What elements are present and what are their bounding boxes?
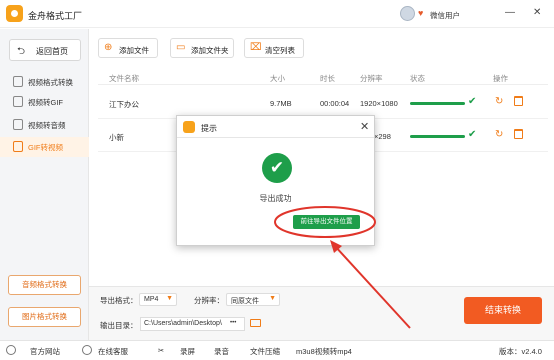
minimize-button[interactable]: — — [505, 7, 515, 19]
audio-file-icon — [13, 119, 23, 130]
image-format-convert-card[interactable]: 图片格式转换 — [8, 307, 81, 327]
support-icon — [82, 345, 92, 355]
user-avatar[interactable] — [400, 6, 415, 21]
header-duration: 时长 — [320, 74, 335, 83]
add-file-label: 添加文件 — [119, 46, 149, 55]
add-file-button[interactable]: ⊕ 添加文件 — [98, 38, 158, 58]
close-button[interactable]: ✕ — [533, 7, 541, 19]
resolution-label: 分辨率： — [194, 296, 224, 305]
end-convert-button[interactable]: 结束转换 — [464, 297, 542, 324]
home-button-label: 返回首页 — [36, 47, 68, 56]
file-compress-link[interactable]: 文件压缩 — [250, 346, 280, 357]
folder-icon: ▭ — [176, 42, 186, 53]
done-check-icon: ✔ — [468, 96, 477, 107]
open-folder-icon[interactable] — [250, 319, 261, 327]
goto-export-location-button[interactable]: 前往导出文件位置 — [293, 215, 360, 229]
record-screen-link[interactable]: 录屏 — [180, 346, 195, 357]
header-size: 大小 — [270, 74, 285, 83]
m3u8-convert-link[interactable]: m3u8视频转mp4 — [296, 346, 352, 357]
header-status: 状态 — [410, 74, 425, 83]
clear-list-button[interactable]: ⌧ 清空列表 — [244, 38, 304, 58]
official-website-link[interactable]: 官方网站 — [30, 346, 60, 357]
dialog-header: 提示 ✕ — [177, 116, 374, 138]
online-support-link[interactable]: 在线客服 — [98, 346, 128, 357]
file-name: 江下办公 — [109, 100, 139, 109]
record-audio-link[interactable]: 录音 — [214, 346, 229, 357]
output-path-value: C:\Users\admin\Desktop\ — [144, 320, 222, 327]
done-check-icon: ✔ — [468, 129, 477, 140]
title-bar: 金舟格式工厂 ♥ 微信用户 — ✕ — [0, 0, 554, 28]
export-format-select[interactable]: MP4 ▼ — [139, 293, 177, 306]
add-folder-button[interactable]: ▭ 添加文件夹 — [170, 38, 234, 58]
video-file-icon — [13, 76, 23, 87]
export-format-label: 导出格式： — [100, 296, 138, 305]
file-name: 小新 — [109, 133, 124, 142]
dialog-message: 导出成功 — [259, 194, 292, 203]
browse-more-button[interactable]: ••• — [230, 320, 236, 326]
success-check-icon: ✔ — [262, 153, 292, 183]
clear-list-label: 清空列表 — [265, 46, 295, 55]
file-resolution: 1920×1080 — [360, 99, 398, 108]
header-resolution: 分辨率 — [360, 74, 383, 83]
home-icon — [6, 345, 16, 355]
sidebar: ⮌ 返回首页 视频格式转换 视频转GIF 视频转音频 GIF转视频 音频格式转换… — [0, 29, 89, 340]
app-logo-icon — [6, 5, 23, 22]
header-filename: 文件名称 — [109, 74, 139, 83]
file-size: 9.7MB — [270, 99, 292, 108]
refresh-icon[interactable]: ↻ — [495, 129, 503, 140]
vip-heart-icon: ♥ — [418, 8, 424, 18]
sidebar-item-video-to-audio[interactable]: 视频转音频 — [0, 115, 89, 135]
app-logo-icon — [183, 121, 195, 133]
progress-bar — [410, 102, 465, 105]
file-table-header: 文件名称 大小 时长 分辨率 状态 操作 — [98, 69, 548, 85]
resolution-select[interactable]: 同原文件 ▼ — [226, 293, 280, 306]
back-arrow-icon: ⮌ — [17, 46, 26, 57]
resolution-value: 同原文件 — [231, 298, 259, 305]
output-dir-label: 输出目录： — [100, 321, 138, 330]
version-text: 版本：v2.4.0 — [499, 347, 542, 356]
scissors-icon: ✂ — [158, 346, 165, 355]
refresh-icon[interactable]: ↻ — [495, 96, 503, 107]
user-name[interactable]: 微信用户 — [430, 10, 460, 21]
sidebar-item-gif-to-video[interactable]: GIF转视频 — [0, 137, 89, 157]
sidebar-item-label: 视频转GIF — [28, 98, 63, 107]
gif-file-icon — [13, 96, 23, 107]
dialog-title: 提示 — [201, 124, 217, 133]
sidebar-item-label: GIF转视频 — [28, 143, 63, 152]
sidebar-item-video-to-gif[interactable]: 视频转GIF — [0, 92, 89, 112]
export-format-value: MP4 — [144, 296, 159, 303]
sidebar-item-video-format[interactable]: 视频格式转换 — [0, 72, 89, 92]
dialog-close-icon[interactable]: ✕ — [360, 120, 369, 133]
audio-format-convert-card[interactable]: 音频格式转换 — [8, 275, 81, 295]
file-resolution: ×298 — [374, 132, 391, 141]
trash-icon[interactable] — [514, 96, 523, 106]
plus-circle-icon: ⊕ — [104, 42, 113, 53]
app-title: 金舟格式工厂 — [28, 11, 83, 21]
progress-bar — [410, 135, 465, 138]
trash-icon[interactable] — [514, 129, 523, 139]
home-button[interactable]: ⮌ 返回首页 — [9, 39, 81, 61]
chevron-down-icon: ▼ — [269, 295, 276, 302]
header-actions: 操作 — [493, 74, 508, 83]
export-success-dialog: 提示 ✕ ✔ 导出成功 前往导出文件位置 — [176, 115, 375, 246]
gif-video-icon — [13, 141, 23, 152]
status-bar: 官方网站 在线客服 ✂ 录屏 录音 文件压缩 m3u8视频转mp4 版本：v2.… — [0, 340, 554, 360]
sidebar-item-label: 视频转音频 — [28, 121, 66, 130]
file-duration: 00:00:04 — [320, 99, 350, 108]
clear-list-icon: ⌧ — [250, 42, 262, 53]
add-folder-label: 添加文件夹 — [191, 46, 229, 55]
sidebar-item-label: 视频格式转换 — [28, 78, 73, 87]
chevron-down-icon: ▼ — [166, 295, 173, 302]
